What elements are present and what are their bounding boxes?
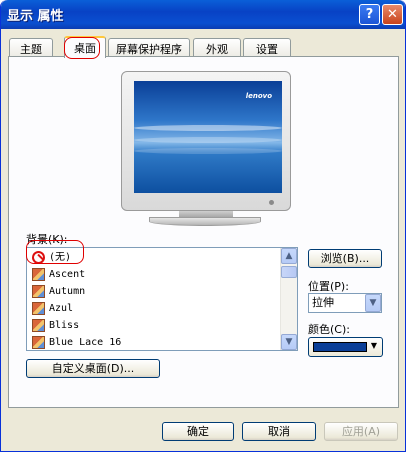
image-icon bbox=[32, 302, 45, 315]
image-icon bbox=[32, 268, 45, 281]
position-value: 拉伸 bbox=[312, 296, 334, 309]
monitor-base bbox=[149, 217, 261, 226]
chevron-down-icon[interactable]: ▼ bbox=[365, 294, 381, 312]
color-label: 颜色(C): bbox=[308, 323, 350, 336]
list-item[interactable]: (无) bbox=[29, 249, 279, 266]
image-icon bbox=[32, 285, 45, 298]
list-item-label: Ascent bbox=[49, 269, 86, 280]
list-item[interactable]: Autumn bbox=[29, 283, 279, 300]
background-label: 背景(K): bbox=[26, 233, 68, 246]
list-item-label: Blue Lace 16 bbox=[49, 337, 122, 348]
help-button[interactable]: ? bbox=[359, 4, 380, 25]
brand-logo: lenovo bbox=[245, 92, 272, 100]
list-item-label: Bliss bbox=[49, 320, 80, 331]
position-label: 位置(P): bbox=[308, 280, 349, 293]
list-item-label: Azul bbox=[49, 303, 74, 314]
desktop-preview-screen: lenovo bbox=[134, 81, 282, 193]
monitor-preview: lenovo bbox=[121, 71, 291, 211]
tab-themes[interactable]: 主题 bbox=[9, 38, 53, 57]
list-item[interactable]: Azul bbox=[29, 300, 279, 317]
image-icon bbox=[32, 336, 45, 349]
tab-desktop[interactable]: 桌面 bbox=[64, 36, 106, 58]
list-scrollbar[interactable]: ▲ ▼ bbox=[280, 248, 297, 350]
chevron-down-icon: ▼ bbox=[370, 341, 377, 350]
list-item-label: (无) bbox=[49, 252, 72, 263]
background-listbox[interactable]: (无) Ascent Autumn Azul Bliss Blue Lace 1… bbox=[26, 247, 298, 351]
list-item[interactable]: Ascent bbox=[29, 266, 279, 283]
title-bar[interactable]: 显示 属性 ? ✕ bbox=[1, 0, 405, 29]
power-led-icon bbox=[269, 200, 274, 205]
apply-button[interactable]: 应用(A) bbox=[324, 422, 398, 441]
scroll-thumb[interactable] bbox=[281, 266, 297, 278]
position-select[interactable]: 拉伸 ▼ bbox=[308, 293, 382, 313]
image-icon bbox=[32, 319, 45, 332]
desktop-panel: lenovo 背景(K): (无) Ascent Autumn Azul Bli… bbox=[8, 56, 399, 408]
window-title: 显示 属性 bbox=[7, 9, 64, 24]
tab-settings[interactable]: 设置 bbox=[243, 38, 291, 57]
browse-button[interactable]: 浏览(B)... bbox=[308, 249, 382, 268]
list-item[interactable]: Bliss bbox=[29, 317, 279, 334]
scroll-down-icon[interactable]: ▼ bbox=[281, 334, 297, 350]
tab-appearance[interactable]: 外观 bbox=[193, 38, 241, 57]
close-button[interactable]: ✕ bbox=[382, 4, 403, 25]
list-item[interactable]: Blue Lace 16 bbox=[29, 334, 279, 351]
display-properties-window: 显示 属性 ? ✕ 主题 桌面 屏幕保护程序 外观 设置 lenovo 背景(K… bbox=[0, 0, 406, 452]
no-entry-icon bbox=[32, 251, 45, 264]
scroll-up-icon[interactable]: ▲ bbox=[281, 248, 297, 264]
customize-desktop-button[interactable]: 自定义桌面(D)... bbox=[26, 359, 160, 378]
color-picker-button[interactable]: ▼ bbox=[308, 337, 383, 357]
color-swatch bbox=[313, 342, 367, 352]
tab-screensaver[interactable]: 屏幕保护程序 bbox=[108, 38, 190, 57]
cancel-button[interactable]: 取消 bbox=[242, 422, 316, 441]
list-item-label: Autumn bbox=[49, 286, 86, 297]
ok-button[interactable]: 确定 bbox=[162, 422, 234, 441]
